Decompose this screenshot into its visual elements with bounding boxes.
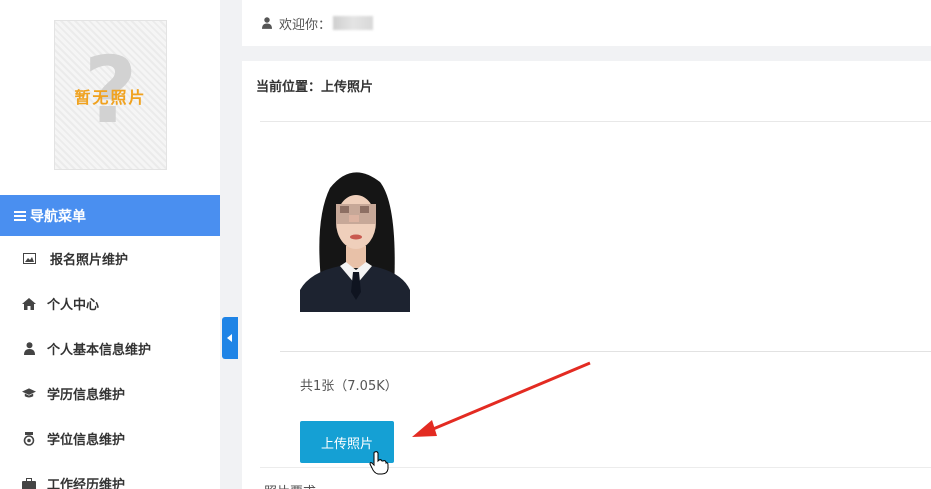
sidebar-item-personal-center[interactable]: 个人中心 [0, 281, 220, 326]
nav-menu-header[interactable]: 导航菜单 [0, 195, 220, 236]
sidebar-item-label: 工作经历维护 [47, 478, 126, 489]
photo-count: 共1张（7.05K） [300, 379, 398, 394]
divider [280, 351, 931, 352]
uploaded-photo[interactable] [300, 160, 410, 312]
welcome-text: 欢迎你： [279, 17, 332, 33]
sidebar-item-basic-info[interactable]: 个人基本信息维护 [0, 326, 220, 371]
hamburger-icon [14, 209, 26, 223]
sidebar-item-label: 报名照片维护 [50, 253, 129, 268]
sidebar: ? 暂无照片 导航菜单 报名照片维护 个人中心 个人基本信息维护 学历信息维护 [0, 0, 220, 489]
user-icon [262, 17, 272, 29]
home-icon [22, 297, 36, 311]
sidebar-item-label: 学位信息维护 [47, 433, 126, 448]
caret-left-icon [227, 334, 232, 342]
hand-cursor-icon [369, 451, 389, 475]
photo-requirements-label: 照片要求 [264, 481, 316, 489]
sidebar-item-degree[interactable]: 学位信息维护 [0, 416, 220, 461]
breadcrumb: 当前位置：上传照片 [256, 80, 374, 95]
avatar-placeholder-text: 暂无照片 [74, 88, 147, 107]
graduation-cap-icon [22, 387, 36, 401]
sidebar-item-education[interactable]: 学历信息维护 [0, 371, 220, 416]
sidebar-item-label: 学历信息维护 [47, 388, 126, 403]
sidebar-item-work-experience[interactable]: 工作经历维护 [0, 461, 220, 489]
user-icon [22, 342, 36, 356]
divider [260, 467, 931, 468]
image-icon [22, 252, 36, 266]
username-redacted [333, 16, 374, 30]
top-bar: 欢迎你： [242, 0, 931, 46]
avatar-placeholder: ? 暂无照片 [54, 20, 167, 170]
briefcase-icon [22, 477, 36, 489]
divider [260, 121, 931, 122]
nav-menu-header-label: 导航菜单 [30, 208, 86, 225]
medal-icon [22, 431, 36, 446]
sidebar-collapse-toggle[interactable] [222, 317, 238, 359]
sidebar-item-label: 个人基本信息维护 [47, 343, 152, 358]
main-panel: 当前位置：上传照片 共1张（7.05K） 上传照片 照 [242, 61, 931, 489]
sidebar-item-label: 个人中心 [47, 298, 100, 313]
sidebar-item-photo-maintenance[interactable]: 报名照片维护 [0, 236, 220, 281]
